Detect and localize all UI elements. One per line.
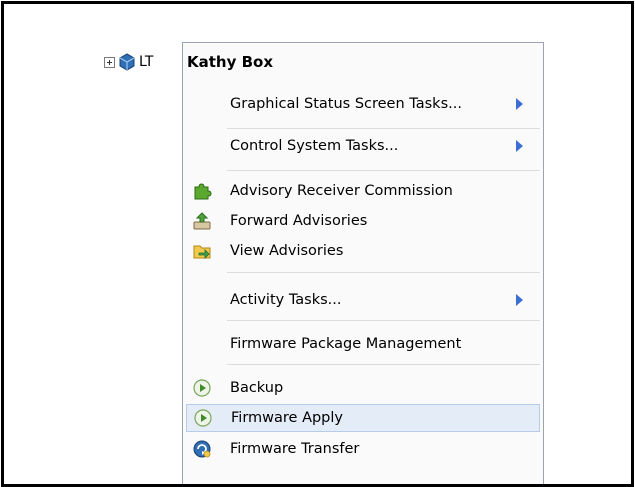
- menu-item-firmware-apply[interactable]: Firmware Apply: [186, 404, 540, 432]
- submenu-arrow-icon: [516, 140, 523, 152]
- submenu-arrow-icon: [516, 98, 523, 110]
- menu-separator: [227, 272, 540, 273]
- menu-item-label: Firmware Transfer: [230, 441, 360, 457]
- forward-icon: [193, 212, 211, 230]
- menu-item-label: Activity Tasks...: [230, 292, 342, 308]
- menu-separator: [227, 170, 540, 171]
- context-menu: Kathy Box Graphical Status Screen Tasks.…: [182, 42, 544, 484]
- menu-item-firmware-transfer[interactable]: Firmware Transfer: [186, 435, 540, 463]
- screenshot-frame: LT Kathy Box Graphical Status Screen Tas…: [1, 1, 634, 487]
- menu-item-view-advisories[interactable]: View Advisories: [186, 237, 540, 265]
- menu-separator: [227, 320, 540, 321]
- menu-item-label: Firmware Package Management: [230, 336, 462, 352]
- folder-arrow-icon: [193, 245, 211, 259]
- play-circle-icon: [194, 409, 212, 427]
- refresh-icon: [193, 440, 211, 458]
- menu-item-control-system-tasks[interactable]: Control System Tasks...: [186, 132, 540, 160]
- menu-item-graphical-status-screen-tasks[interactable]: Graphical Status Screen Tasks...: [186, 90, 540, 118]
- tree-node-lt[interactable]: LT: [104, 51, 153, 73]
- menu-item-label: Forward Advisories: [230, 213, 368, 229]
- menu-item-backup[interactable]: Backup: [186, 374, 540, 402]
- menu-item-label: Backup: [230, 380, 284, 396]
- plus-expander-icon[interactable]: [104, 56, 115, 68]
- menu-separator: [227, 364, 540, 365]
- puzzle-icon: [194, 183, 212, 200]
- menu-item-firmware-package-management[interactable]: Firmware Package Management: [186, 330, 540, 358]
- device-icon: [119, 53, 135, 71]
- menu-item-forward-advisories[interactable]: Forward Advisories: [186, 207, 540, 235]
- menu-item-label: Firmware Apply: [231, 410, 343, 426]
- menu-item-activity-tasks[interactable]: Activity Tasks...: [186, 286, 540, 314]
- menu-header: Kathy Box: [187, 53, 274, 71]
- tree-node-label: LT: [139, 54, 154, 70]
- play-circle-icon: [193, 379, 211, 397]
- menu-item-label: View Advisories: [230, 243, 344, 259]
- menu-item-advisory-receiver-commission[interactable]: Advisory Receiver Commission: [186, 177, 540, 205]
- menu-item-label: Advisory Receiver Commission: [230, 183, 453, 199]
- menu-separator: [227, 128, 540, 129]
- submenu-arrow-icon: [516, 294, 523, 306]
- menu-item-label: Control System Tasks...: [230, 138, 399, 154]
- menu-item-label: Graphical Status Screen Tasks...: [230, 96, 462, 112]
